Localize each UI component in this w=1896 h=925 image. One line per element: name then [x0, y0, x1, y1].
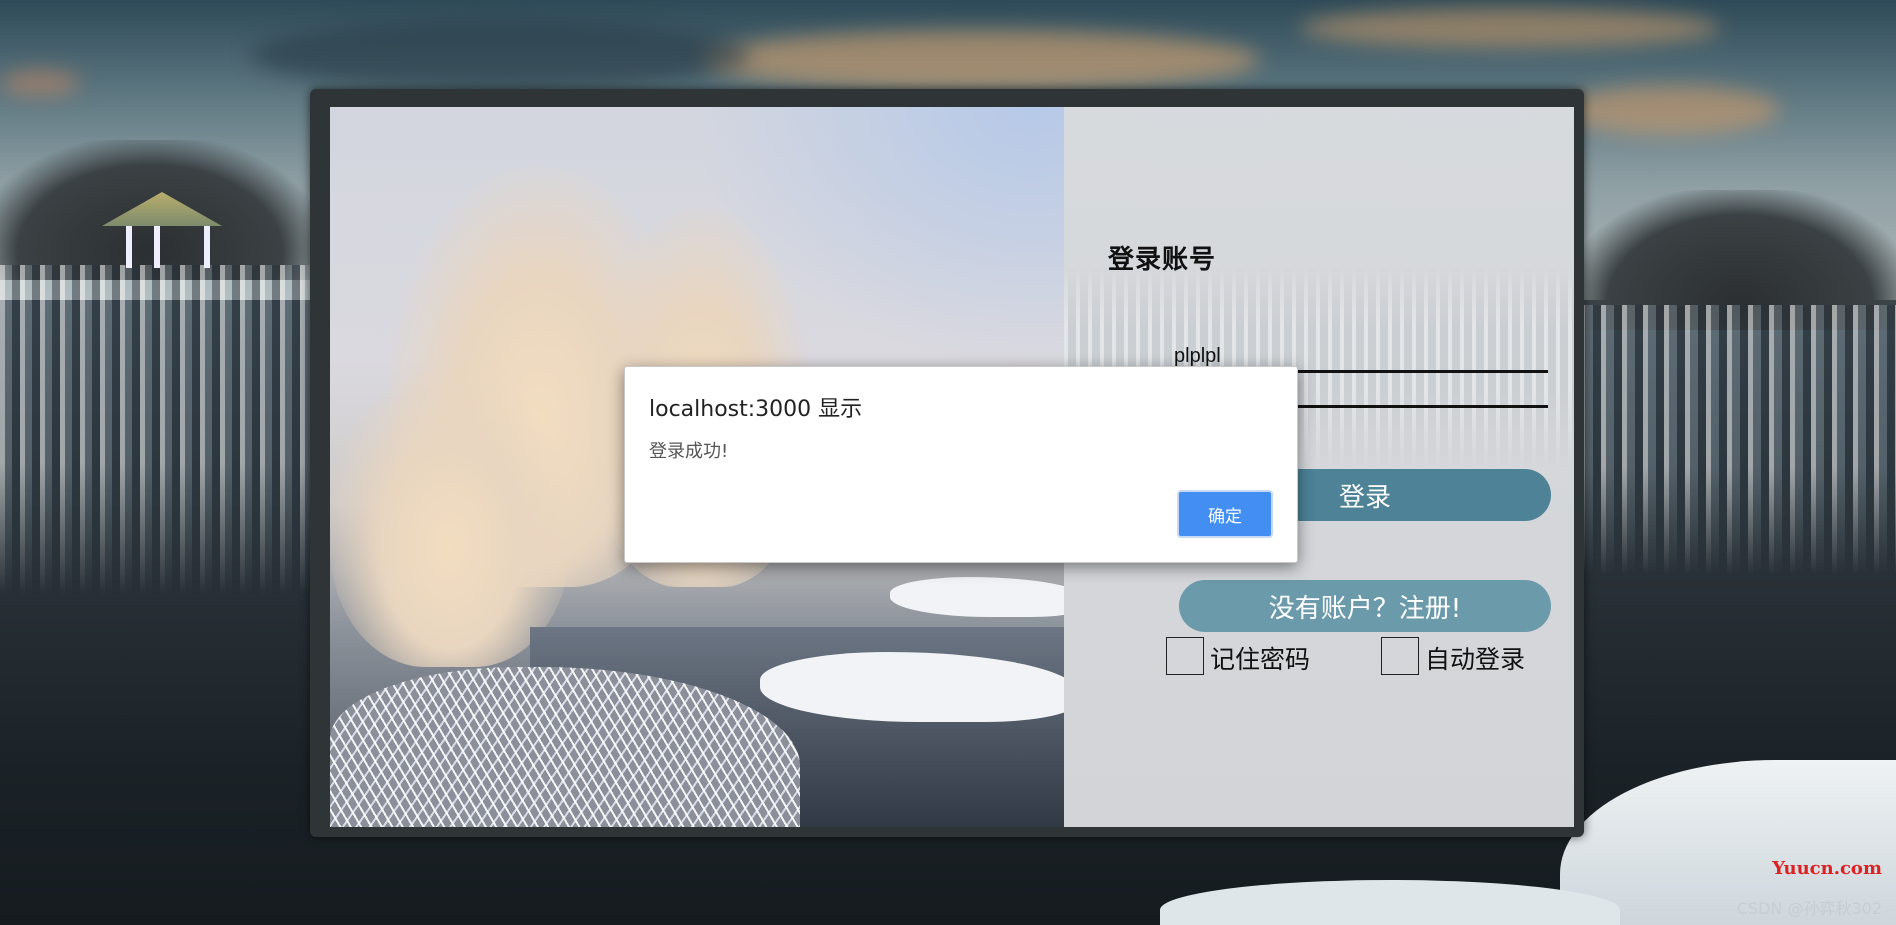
- register-button[interactable]: 没有账户？注册!: [1179, 580, 1551, 632]
- remember-password-label: 记住密码: [1210, 645, 1311, 674]
- cloud: [700, 30, 1260, 90]
- alert-message: 登录成功!: [649, 441, 729, 462]
- alert-dialog: localhost:3000 显示 登录成功! 确定: [624, 366, 1298, 563]
- auto-login-checkbox[interactable]: [1381, 637, 1419, 675]
- remember-password[interactable]: 记住密码: [1166, 635, 1310, 675]
- author-watermark: CSDN @孙弈秋302: [1736, 899, 1882, 918]
- cloud: [250, 20, 750, 90]
- cloud: [0, 70, 80, 96]
- frozen-waterfall-right: [1580, 305, 1896, 575]
- auto-login[interactable]: 自动登录: [1381, 635, 1525, 675]
- pavilion: [102, 178, 222, 270]
- login-title: 登录账号: [1108, 245, 1217, 275]
- auto-login-label: 自动登录: [1425, 645, 1526, 674]
- frosted-trees: [330, 367, 570, 667]
- frozen-waterfall-left: [0, 265, 330, 595]
- alert-ok-button[interactable]: 确定: [1177, 490, 1273, 538]
- alert-title: localhost:3000 显示: [649, 397, 863, 422]
- remember-password-checkbox[interactable]: [1166, 637, 1204, 675]
- ice-shelf: [760, 652, 1064, 722]
- ice-shelf: [890, 577, 1064, 617]
- cloud: [1300, 8, 1720, 48]
- cloud: [1560, 85, 1780, 135]
- site-watermark: Yuucn.com: [1772, 858, 1882, 879]
